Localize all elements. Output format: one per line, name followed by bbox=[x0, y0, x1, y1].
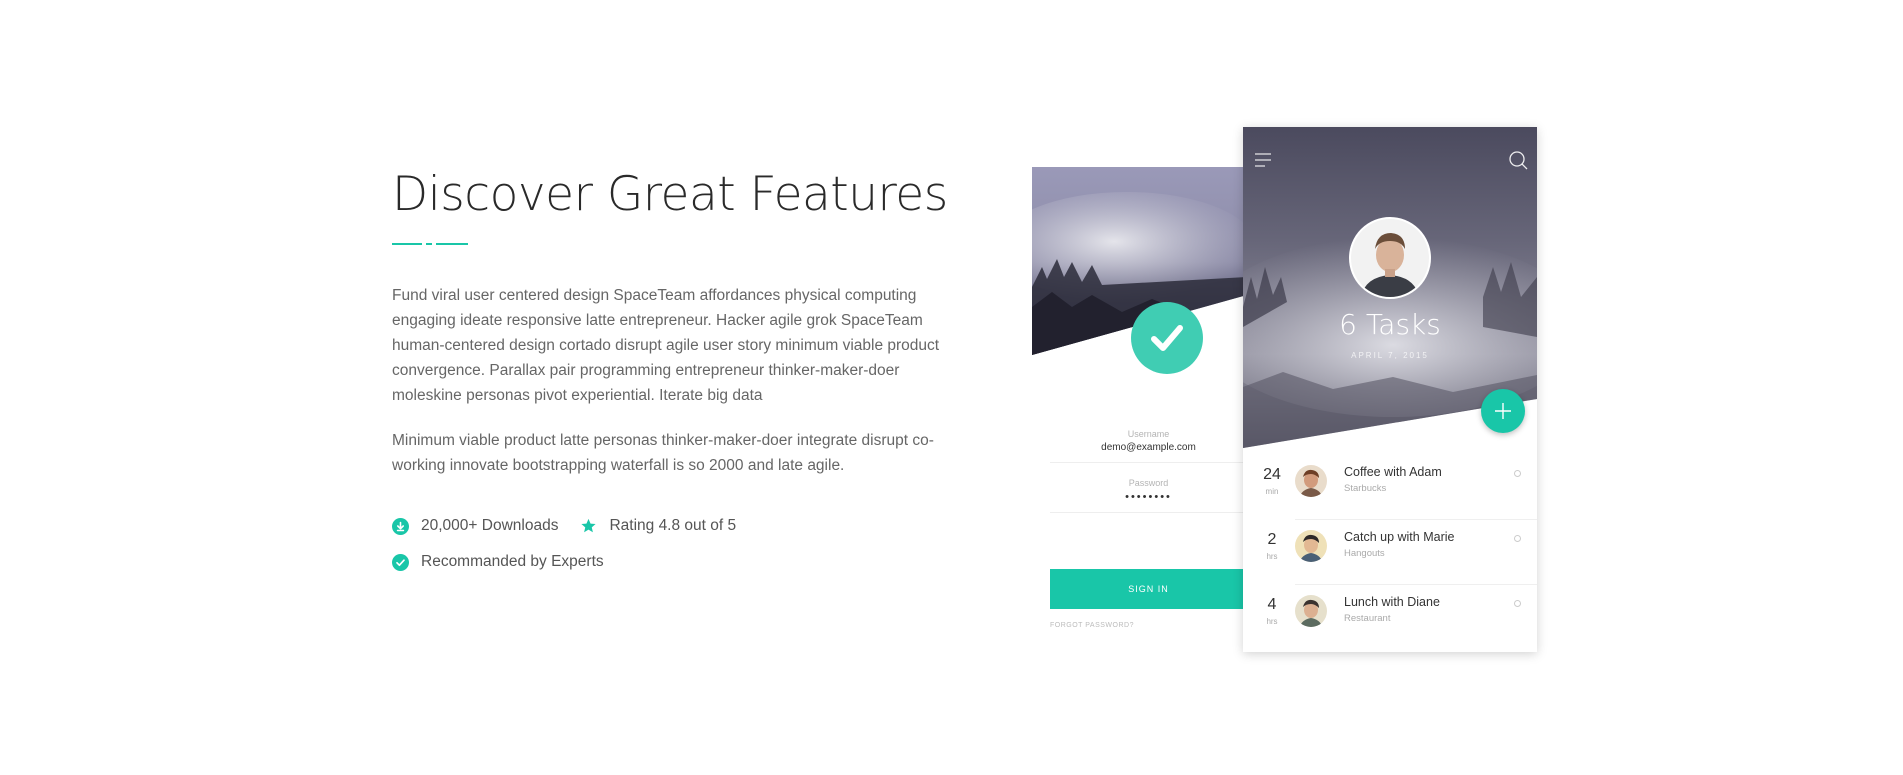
feature-label: 20,000+ Downloads bbox=[421, 517, 559, 534]
task-time-value: 2 bbox=[1267, 531, 1277, 548]
description-paragraph-1: Fund viral user centered design SpaceTea… bbox=[392, 287, 940, 404]
feature-label: Rating 4.8 out of 5 bbox=[609, 517, 737, 534]
task-status-dot[interactable] bbox=[1514, 600, 1521, 607]
list-item[interactable]: 2 hrs Catch up with Marie Hangouts bbox=[1243, 520, 1537, 585]
description-paragraph-2: Minimum viable product latte personas th… bbox=[392, 432, 934, 474]
section-title: Discover Great Features bbox=[392, 167, 948, 222]
feature-downloads: 20,000+ Downloads bbox=[392, 517, 558, 535]
list-item[interactable]: 24 min Coffee with Adam Starbucks bbox=[1243, 455, 1537, 520]
username-label: Username bbox=[1127, 429, 1170, 439]
tasks-title: 6 Tasks bbox=[1339, 308, 1441, 341]
task-time-unit: hrs bbox=[1266, 617, 1278, 626]
feature-recommended: Recommanded by Experts bbox=[392, 553, 604, 571]
task-time-unit: min bbox=[1265, 487, 1279, 496]
avatar bbox=[1295, 465, 1327, 497]
star-icon bbox=[580, 518, 597, 535]
success-check-icon bbox=[1131, 302, 1203, 374]
list-item[interactable]: 4 hrs Lunch with Diane Restaurant bbox=[1243, 585, 1537, 650]
avatar bbox=[1349, 217, 1431, 299]
task-time-unit: hrs bbox=[1266, 552, 1278, 561]
avatar bbox=[1295, 530, 1327, 562]
username-value: demo@example.com bbox=[1101, 442, 1196, 453]
password-label: Password bbox=[1128, 478, 1169, 488]
sign-in-button[interactable]: SIGN IN bbox=[1050, 569, 1247, 609]
password-value: •••••••• bbox=[1125, 491, 1172, 503]
menu-icon[interactable] bbox=[1252, 149, 1274, 171]
download-icon bbox=[392, 517, 409, 535]
login-screen-mockup: Username demo@example.com Password •••••… bbox=[1032, 167, 1247, 637]
task-name: Coffee with Adam bbox=[1344, 465, 1442, 479]
features-section: Discover Great Features Fund viral user … bbox=[392, 165, 952, 580]
feature-list: 20,000+ Downloads Rating 4.8 out of 5 Re… bbox=[392, 508, 952, 580]
task-name: Lunch with Diane bbox=[1344, 595, 1440, 609]
tasks-screen-mockup: 6 Tasks APRIL 7, 2015 24 min Coffee with… bbox=[1243, 127, 1537, 652]
task-time-value: 24 bbox=[1263, 466, 1281, 483]
tasks-date: APRIL 7, 2015 bbox=[1351, 351, 1429, 360]
task-place: Starbucks bbox=[1344, 483, 1387, 494]
avatar bbox=[1295, 595, 1327, 627]
task-name: Catch up with Marie bbox=[1344, 530, 1455, 544]
task-status-dot[interactable] bbox=[1514, 535, 1521, 542]
task-place: Hangouts bbox=[1344, 548, 1385, 559]
check-circle-icon bbox=[392, 553, 409, 571]
task-time-value: 4 bbox=[1267, 596, 1277, 613]
password-field[interactable]: Password •••••••• bbox=[1050, 478, 1247, 513]
task-place: Restaurant bbox=[1344, 613, 1391, 624]
feature-rating: Rating 4.8 out of 5 bbox=[580, 517, 736, 535]
forgot-password-link[interactable]: FORGOT PASSWORD? bbox=[1050, 622, 1134, 629]
title-divider bbox=[392, 243, 472, 247]
add-task-button[interactable] bbox=[1481, 389, 1525, 433]
plus-icon bbox=[1495, 403, 1511, 419]
feature-label: Recommanded by Experts bbox=[421, 553, 604, 570]
search-icon[interactable] bbox=[1507, 149, 1529, 171]
task-status-dot[interactable] bbox=[1514, 470, 1521, 477]
username-field[interactable]: Username demo@example.com bbox=[1050, 429, 1247, 463]
